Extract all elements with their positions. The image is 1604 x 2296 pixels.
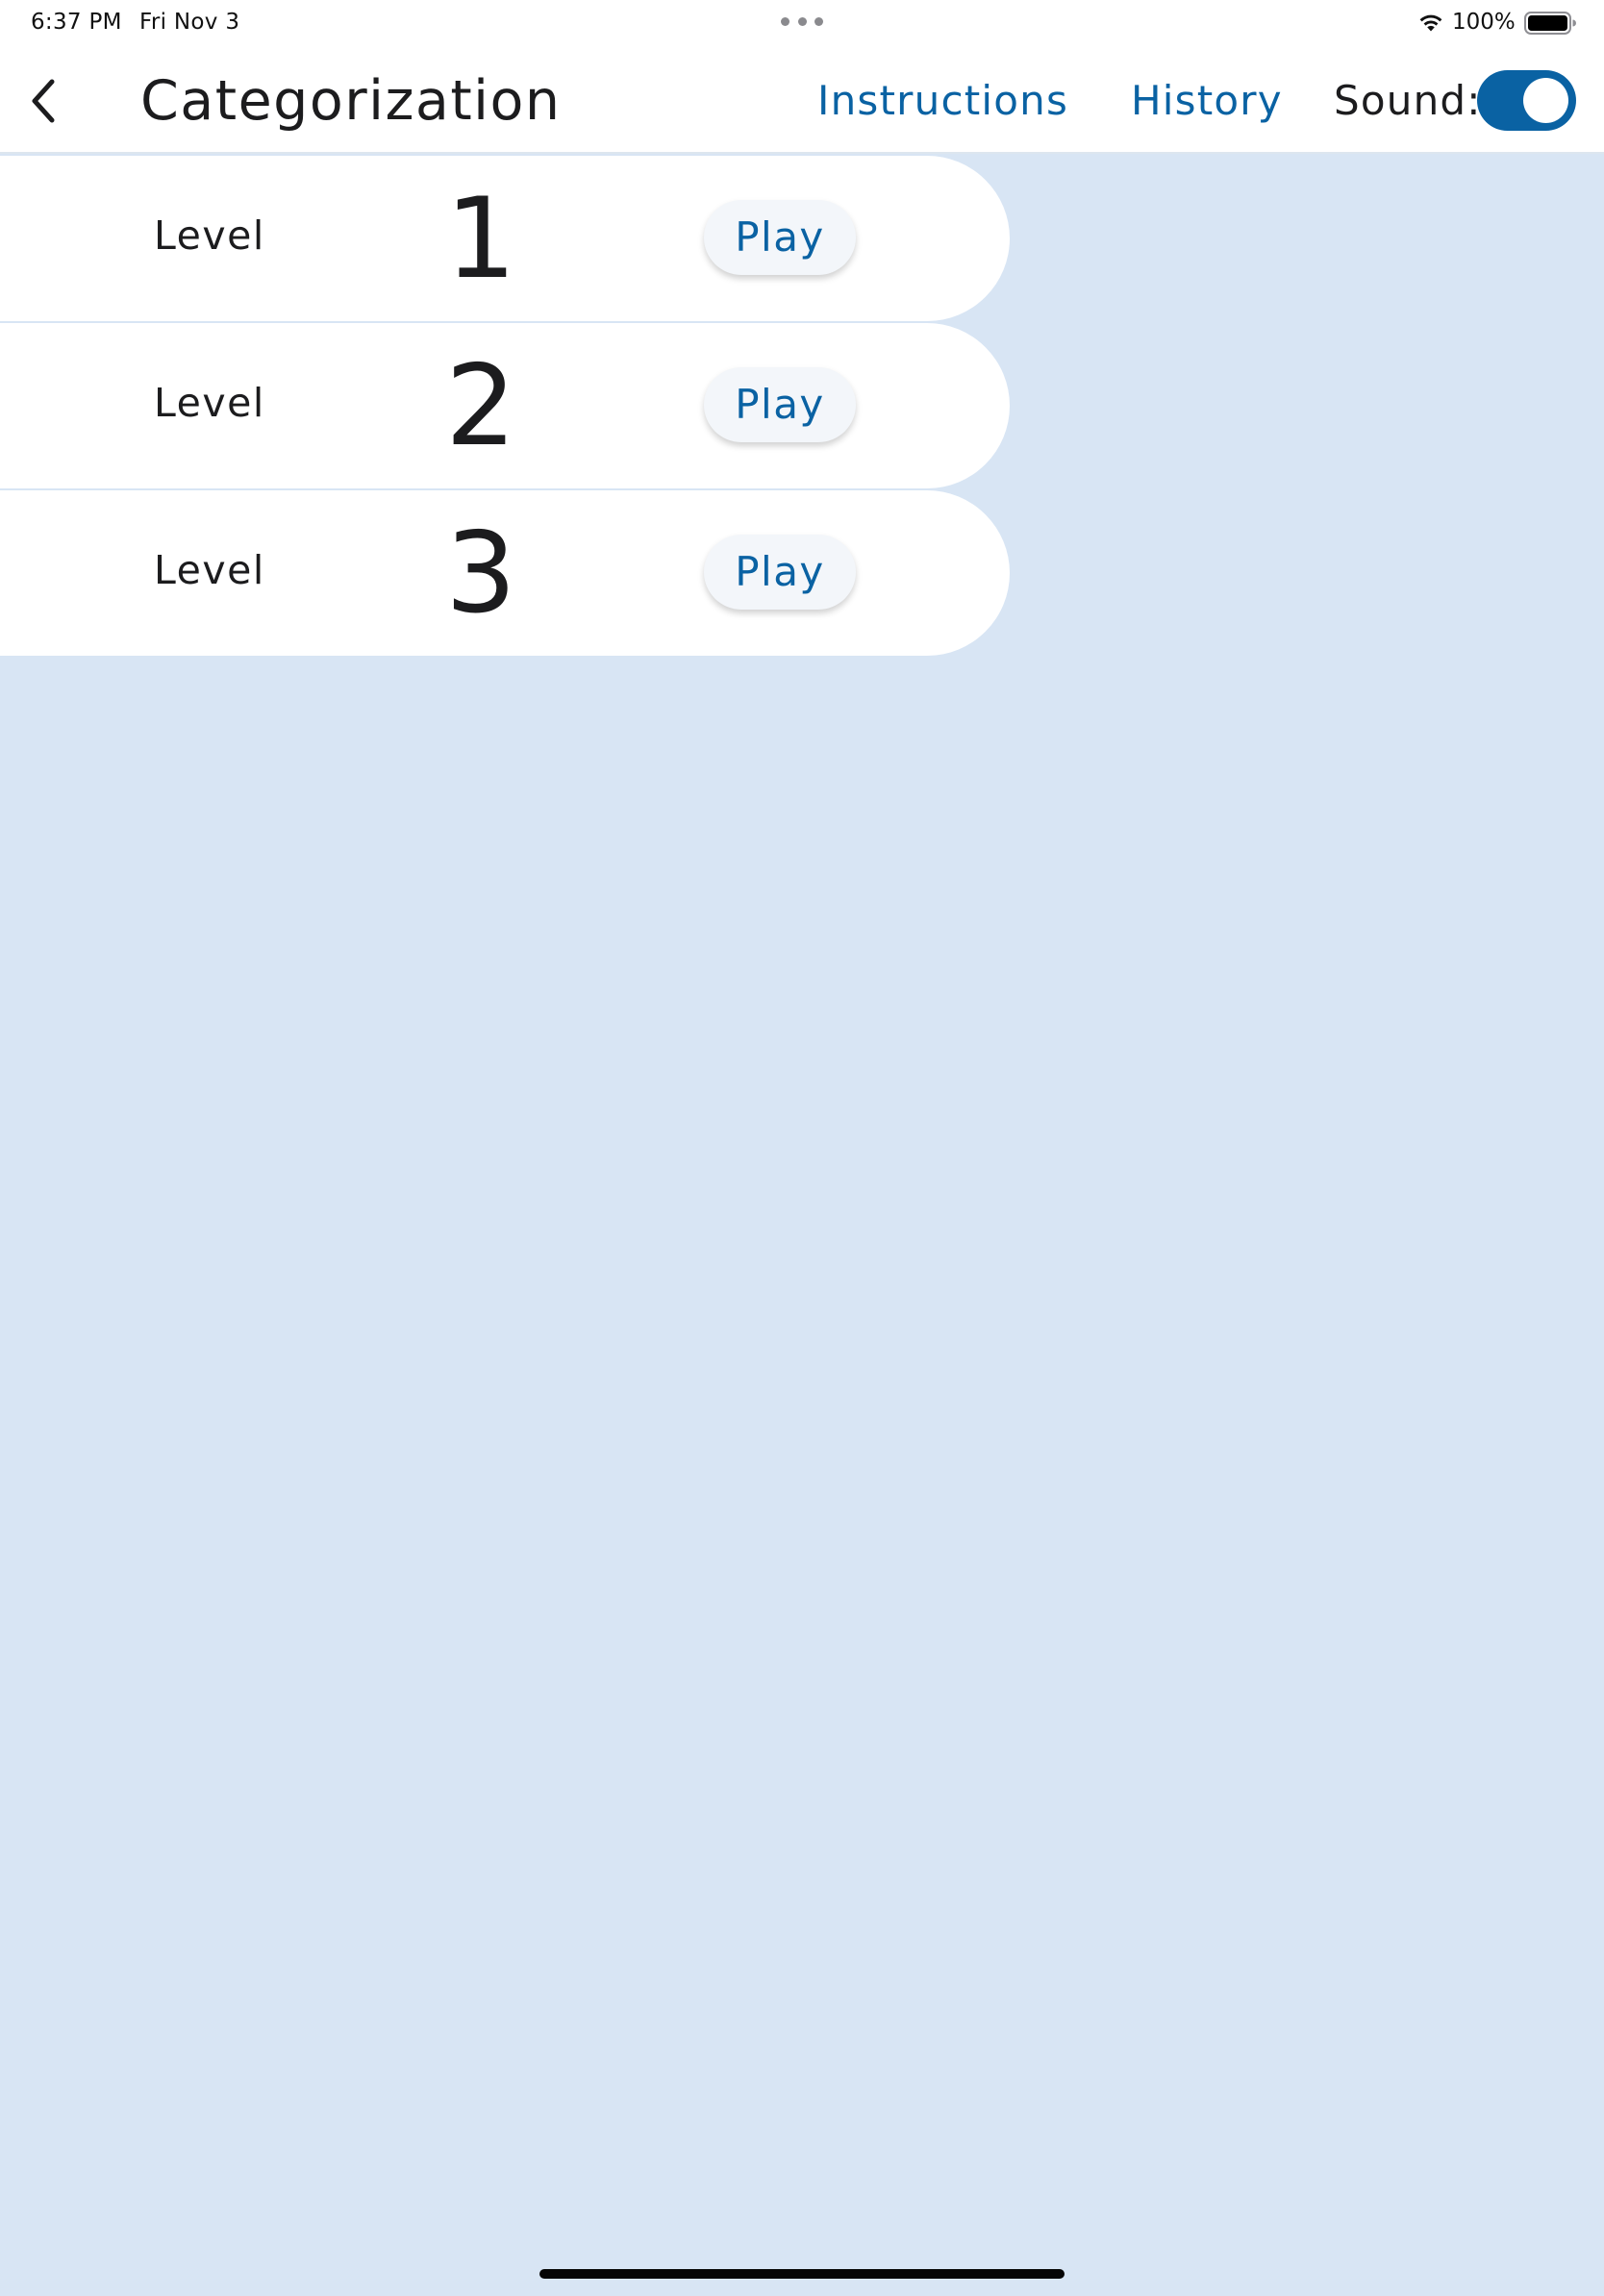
more-dots-icon[interactable] — [781, 17, 823, 27]
level-row: Level 1 Play — [0, 156, 1010, 321]
toggle-knob — [1523, 78, 1568, 123]
sound-toggle[interactable] — [1477, 70, 1576, 131]
level-label: Level — [154, 547, 265, 593]
status-date: Fri Nov 3 — [139, 10, 240, 35]
level-list: Level 1 Play Level 2 Play Level 3 Play — [0, 156, 1010, 658]
status-time: 6:37 PM — [31, 10, 122, 35]
history-link[interactable]: History — [1131, 77, 1283, 125]
top-bar: 6:37 PM Fri Nov 3 100% Categorization In… — [0, 0, 1604, 154]
battery-icon — [1524, 12, 1576, 35]
play-button-level-2[interactable]: Play — [704, 367, 856, 442]
level-label: Level — [154, 212, 265, 259]
level-row: Level 2 Play — [0, 323, 1010, 488]
page-title: Categorization — [140, 69, 562, 133]
sound-label: Sound: — [1334, 77, 1482, 124]
home-indicator[interactable] — [539, 2269, 1065, 2279]
battery-percent: 100% — [1452, 10, 1516, 35]
play-button-level-3[interactable]: Play — [704, 535, 856, 610]
level-label: Level — [154, 380, 265, 426]
level-number: 3 — [445, 509, 516, 638]
level-number: 1 — [445, 174, 516, 304]
level-number: 2 — [445, 341, 516, 471]
wifi-icon — [1419, 14, 1442, 32]
back-button[interactable] — [21, 75, 65, 127]
level-row: Level 3 Play — [0, 490, 1010, 656]
play-button-level-1[interactable]: Play — [704, 200, 856, 275]
instructions-link[interactable]: Instructions — [817, 77, 1068, 125]
chevron-left-icon — [32, 79, 55, 123]
